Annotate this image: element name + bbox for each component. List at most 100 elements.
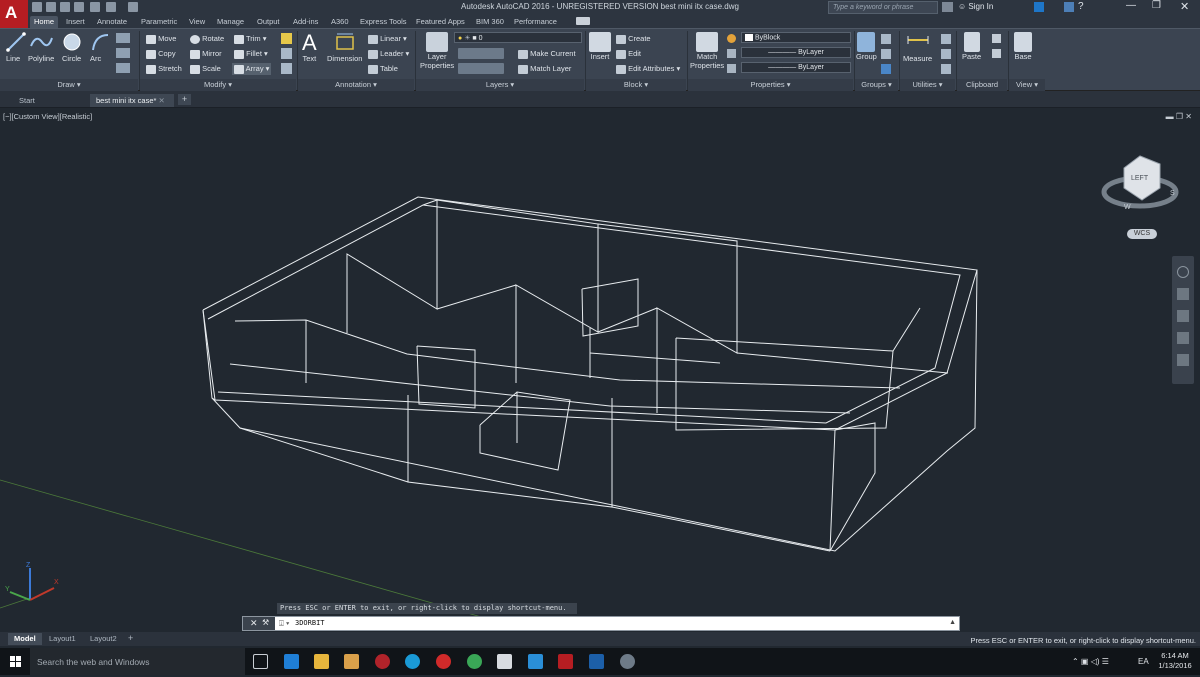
new-layout-button[interactable]: + [128, 633, 133, 643]
navigation-bar[interactable] [1172, 256, 1194, 384]
copy-button[interactable]: Copy [146, 49, 176, 59]
zoom-extents-icon[interactable] [1177, 310, 1189, 322]
command-history-toggle[interactable]: ▲ [949, 619, 956, 626]
exchange-icon[interactable] [1034, 2, 1044, 12]
app-blue-icon[interactable] [405, 654, 420, 669]
tab-home[interactable]: Home [30, 16, 59, 28]
edit-attributes-button[interactable]: Edit Attributes ▾ [616, 64, 680, 74]
a360-icon[interactable] [1064, 2, 1074, 12]
open-icon[interactable] [46, 2, 56, 12]
rotate-button[interactable]: Rotate [190, 34, 224, 44]
new-tab-button[interactable]: + [178, 94, 191, 105]
arc-button[interactable]: Arc [90, 32, 110, 63]
mirror-button[interactable]: Mirror [190, 49, 222, 59]
trim-button[interactable]: Trim ▾ [234, 34, 267, 44]
save-as-icon[interactable] [74, 2, 84, 12]
lineweight-dropdown[interactable]: ———— ByLayer [741, 47, 851, 58]
opera-icon[interactable] [436, 654, 451, 669]
maximize-button[interactable]: ❐ [1152, 0, 1161, 11]
linetype-dropdown[interactable]: ———— ByLayer [741, 62, 851, 73]
color-dropdown[interactable]: ByBlock [741, 32, 851, 43]
copy-clip-icon[interactable] [992, 49, 1001, 58]
table-button[interactable]: Table [368, 64, 398, 74]
app-menu-button[interactable]: A [0, 0, 28, 30]
showmotion-icon[interactable] [1177, 354, 1189, 366]
tab-express-tools[interactable]: Express Tools [356, 16, 411, 28]
media-player-icon[interactable] [344, 654, 359, 669]
explode-icon[interactable] [281, 48, 292, 59]
utilities-panel-title[interactable]: Utilities ▾ [900, 79, 955, 91]
start-button[interactable] [0, 648, 30, 675]
tab-layout2[interactable]: Layout2 [84, 633, 123, 645]
save-icon[interactable] [60, 2, 70, 12]
view-panel-title[interactable]: View ▾ [1009, 79, 1045, 91]
rectangle-icon[interactable] [116, 33, 130, 43]
erase-icon[interactable] [281, 33, 292, 44]
match-properties-button[interactable]: Match Properties [690, 32, 724, 70]
draw-panel-title[interactable]: Draw ▾ [0, 79, 138, 91]
layers-panel-title[interactable]: Layers ▾ [416, 79, 584, 91]
circle-button[interactable]: Circle [62, 32, 82, 63]
file-explorer-icon[interactable] [314, 654, 329, 669]
edit-block-button[interactable]: Edit [616, 49, 641, 59]
close-tab-icon[interactable]: ✕ [159, 96, 165, 105]
paste-button[interactable]: Paste [962, 32, 981, 61]
tab-performance[interactable]: Performance [510, 16, 561, 28]
skype-icon[interactable] [528, 654, 543, 669]
quick-select-icon[interactable] [941, 34, 951, 44]
steering-wheel-icon[interactable] [1177, 266, 1189, 278]
stretch-button[interactable]: Stretch [146, 64, 182, 74]
customize-command-icon[interactable]: ⚒ [262, 618, 269, 627]
pan-icon[interactable] [1177, 288, 1189, 300]
sign-in-link[interactable]: ☺ Sign In [958, 2, 993, 11]
help-icon[interactable]: ? [1078, 1, 1084, 12]
groups-panel-title[interactable]: Groups ▾ [855, 79, 898, 91]
offset-icon[interactable] [281, 63, 292, 74]
tab-output[interactable]: Output [253, 16, 284, 28]
taskbar-clock[interactable]: 6:14 AM 1/13/2016 [1154, 651, 1196, 671]
tab-bim-360[interactable]: BIM 360 [472, 16, 508, 28]
edge-icon[interactable] [284, 654, 299, 669]
app-l-icon[interactable] [589, 654, 604, 669]
tab-featured-apps[interactable]: Featured Apps [412, 16, 469, 28]
dimension-button[interactable]: Dimension [327, 32, 362, 63]
scale-button[interactable]: Scale [190, 64, 221, 74]
tab-view[interactable]: View [185, 16, 209, 28]
modify-panel-title[interactable]: Modify ▾ [140, 79, 296, 91]
autocad-icon[interactable] [558, 654, 573, 669]
command-input[interactable]: 3DORBIT [295, 619, 325, 627]
tab-insert[interactable]: Insert [62, 16, 89, 28]
redo-icon[interactable] [128, 2, 138, 12]
hatch-icon[interactable] [116, 48, 130, 58]
tab-parametric[interactable]: Parametric [137, 16, 181, 28]
polyline-button[interactable]: Polyline [28, 32, 54, 63]
plot-icon[interactable] [90, 2, 100, 12]
app-red-icon[interactable] [375, 654, 390, 669]
chrome-icon[interactable] [467, 654, 482, 669]
tab-add-ins[interactable]: Add-ins [289, 16, 322, 28]
make-current-button[interactable]: Make Current [518, 49, 576, 59]
command-prompt-icon[interactable]: ⍗ ▾ [279, 619, 289, 629]
layer-dropdown[interactable]: ● ☀ ■ 0 [454, 32, 582, 43]
orbit-icon[interactable] [1177, 332, 1189, 344]
tab-manage[interactable]: Manage [213, 16, 248, 28]
app-globe-icon[interactable] [620, 654, 635, 669]
measure-button[interactable]: Measure [903, 32, 932, 63]
id-point-icon[interactable] [941, 49, 951, 59]
tray-icons[interactable]: ⌃ ▣ ◁) ☰ [1072, 657, 1109, 666]
group-edit-icon[interactable] [881, 49, 891, 59]
base-view-button[interactable]: Base [1014, 32, 1032, 61]
language-indicator[interactable]: EA [1138, 657, 1149, 666]
task-view-icon[interactable] [253, 654, 268, 669]
layer-states-icon[interactable] [458, 63, 504, 74]
new-icon[interactable] [32, 2, 42, 12]
ribbon-toggle-icon[interactable] [576, 17, 590, 25]
search-input[interactable]: Type a keyword or phrase [828, 1, 938, 14]
taskbar-search[interactable]: Search the web and Windows [30, 648, 245, 675]
tab-layout1[interactable]: Layout1 [43, 633, 82, 645]
tab-start[interactable]: Start [13, 94, 89, 107]
layer-properties-button[interactable]: Layer Properties [420, 32, 454, 70]
binoculars-icon[interactable] [942, 2, 953, 12]
clipboard-panel-title[interactable]: Clipboard [957, 79, 1007, 91]
annotation-panel-title[interactable]: Annotation ▾ [298, 79, 414, 91]
